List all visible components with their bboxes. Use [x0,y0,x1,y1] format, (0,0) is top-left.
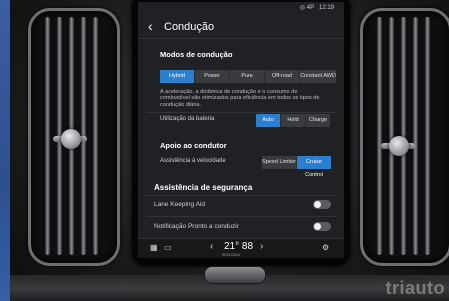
center-display: ◎ 4P 12:19 ‹ Condução Modos de condução … [138,2,344,258]
vent-slat [45,17,50,255]
battery-option-auto[interactable]: Auto [256,114,281,127]
vent-knob[interactable] [389,136,409,156]
battery-usage-selector: Auto Hold Charge [256,114,330,127]
watermark: triauto [385,278,445,298]
battery-option-hold[interactable]: Hold [281,114,306,127]
lane-keeping-toggle[interactable] [313,200,331,209]
lane-keeping-label: Lane Keeping Aid [154,201,205,208]
apps-grid-icon[interactable]: ▦ [150,243,158,252]
vent-knob[interactable] [61,129,81,149]
status-time: 12:19 [318,5,334,11]
ready-to-drive-label: Notificação Pronto a conduzir [154,223,239,230]
driving-mode-description: A aceleração, a dinâmica de condução e o… [160,89,320,108]
temp-decrease-arrow-icon[interactable]: ‹ [210,241,213,252]
battery-usage-label: Utilização da bateria [160,116,215,122]
mode-option-power[interactable]: Power [195,70,230,83]
car-dashboard: ◎ 4P 12:19 ‹ Condução Modos de condução … [10,0,449,301]
section-title-driving-modes: Modos de condução [160,50,233,59]
battery-option-charge[interactable]: Charge [306,114,330,127]
page-header: ‹ Condução [138,16,344,39]
vent-slat [425,17,430,255]
mode-option-pure[interactable]: Pure [230,70,265,83]
vent-slat [389,17,394,255]
settings-gear-icon[interactable]: ⚙ [322,243,329,252]
status-icons: ◎ 4P [299,5,314,11]
temp-increase-arrow-icon[interactable]: › [260,241,263,252]
driving-mode-selector: Hybrid Power Pure Off-road Constant AWD [160,70,336,83]
status-bar: ◎ 4P 12:19 [138,2,344,14]
cabin-temperature[interactable]: 21° 88 [224,241,253,252]
toggle-thumb [314,201,321,208]
vent-slat [377,17,382,255]
divider [146,216,336,217]
cruise-control-option[interactable]: Cruise Control [297,156,331,178]
ready-to-drive-toggle[interactable] [313,222,331,231]
camera-icon[interactable]: ▭ [164,243,172,252]
speed-limiter-option[interactable]: Speed Limiter [262,156,297,169]
back-arrow-icon[interactable]: ‹ [148,18,153,34]
background-strip [0,0,10,301]
right-air-vent[interactable] [360,8,449,266]
hazard-switch[interactable] [204,266,266,284]
vent-slat [93,17,98,255]
speed-assist-selector: Speed Limiter Cruise Control [262,156,331,178]
mode-option-hybrid[interactable]: Hybrid [160,70,195,83]
mode-option-constant-awd[interactable]: Constant AWD [300,70,336,83]
divider [146,112,336,113]
speed-assist-label: Assistência à velocidade [160,158,226,164]
mode-option-offroad[interactable]: Off-road [265,70,300,83]
left-air-vent[interactable] [28,8,120,266]
divider [146,195,336,196]
section-title-safety-assist: Assistência de segurança [154,183,253,192]
vent-slat [413,17,418,255]
page-title: Condução [164,21,215,33]
temperature-mode-label: REDUZIDA [222,253,240,257]
climate-bottom-bar: ▦ ▭ ‹ 21° 88 REDUZIDA › ⚙ [138,238,344,258]
toggle-thumb [314,223,321,230]
section-title-driver-support: Apoio ao condutor [160,141,227,150]
